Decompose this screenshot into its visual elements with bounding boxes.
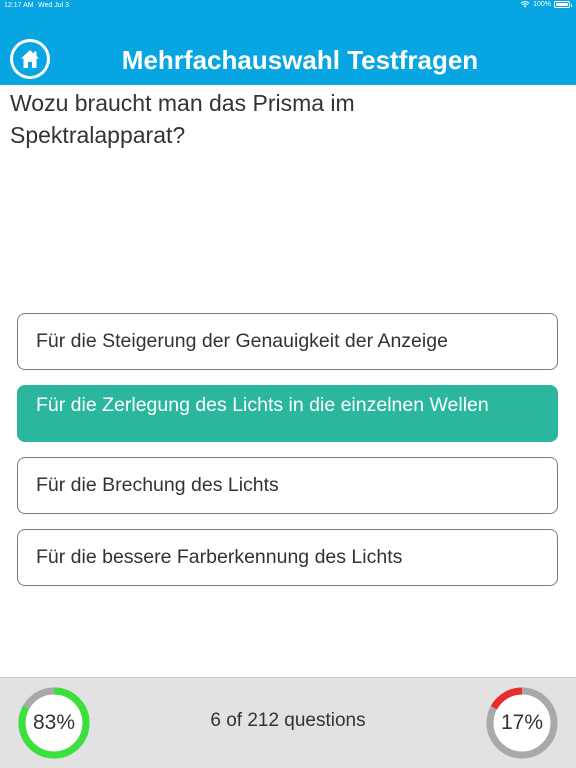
page-title: Mehrfachauswahl Testfragen — [121, 45, 479, 75]
status-date: Wed Jul 3 — [38, 2, 69, 9]
app-header: 12:17 AM Wed Jul 3 100% Mehrfachauswahl … — [0, 0, 576, 85]
house-icon — [21, 50, 39, 68]
status-time: 12:17 AM — [4, 2, 34, 9]
score-footer: 83% 6 of 212 questions 17% — [0, 677, 576, 768]
answer-option-label: Für die Brechung des Lichts — [36, 474, 279, 496]
home-button[interactable] — [10, 39, 50, 79]
question-text: Wozu braucht man das Prisma im Spektrala… — [10, 90, 355, 148]
battery-icon — [554, 1, 572, 8]
answer-option-2[interactable]: Für die Zerlegung des Lichts in die einz… — [17, 385, 558, 442]
answer-option-1[interactable]: Für die Steigerung der Genauigkeit der A… — [17, 313, 558, 370]
status-bar: 12:17 AM Wed Jul 3 100% — [0, 0, 576, 12]
answer-option-4[interactable]: Für die bessere Farberkennung des Lichts — [17, 529, 558, 586]
wifi-icon — [520, 1, 530, 8]
answer-option-label: Für die Zerlegung des Lichts in die einz… — [36, 394, 489, 416]
wrong-percent: 17% — [500, 711, 544, 734]
answer-option-label: Für die bessere Farberkennung des Lichts — [36, 546, 403, 568]
battery-percent: 100% — [533, 1, 551, 8]
wrong-score-ring: 17% — [485, 686, 559, 760]
answer-option-3[interactable]: Für die Brechung des Lichts — [17, 457, 558, 514]
home-button-ring — [13, 42, 47, 76]
answer-option-label: Für die Steigerung der Genauigkeit der A… — [36, 330, 448, 352]
battery-fill — [556, 3, 568, 6]
status-right: 100% — [520, 1, 572, 8]
